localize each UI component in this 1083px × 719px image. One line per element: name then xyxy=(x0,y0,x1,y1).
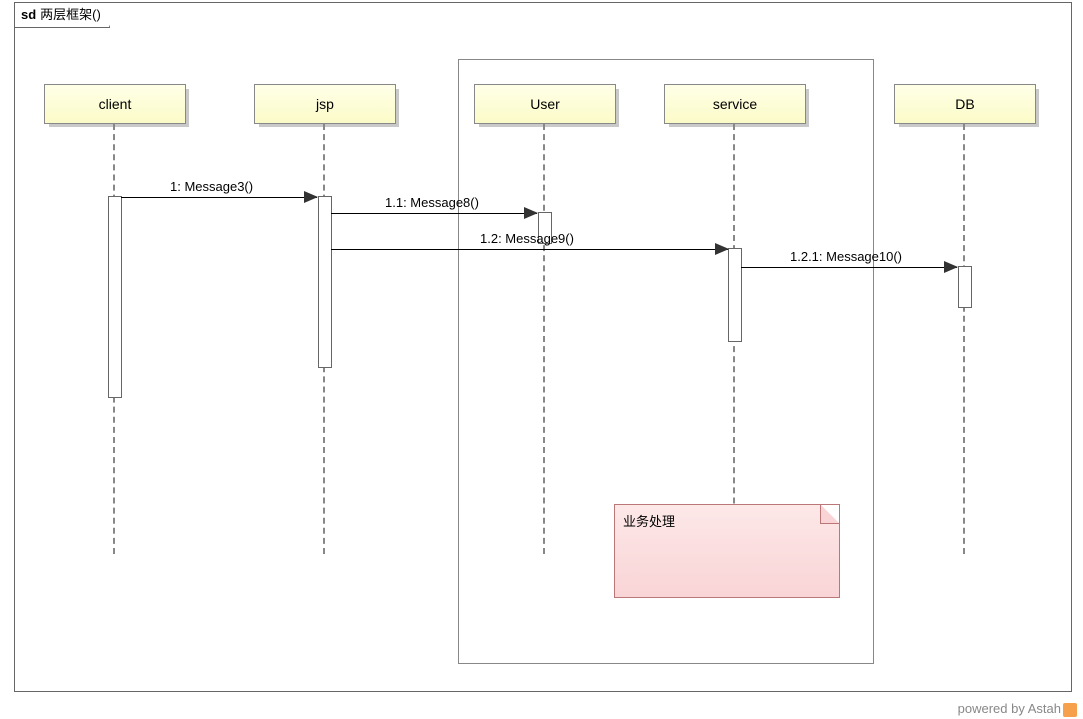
sd-frame-label: sd 两层框架() xyxy=(15,3,110,28)
note-text: 业务处理 xyxy=(623,511,675,530)
message-label: 1.2: Message9() xyxy=(480,231,574,246)
arrow-head-icon xyxy=(944,261,958,273)
activation-db xyxy=(958,266,972,308)
lifeline-db: DB xyxy=(894,84,1036,124)
arrow-head-icon xyxy=(715,243,729,255)
sd-prefix: sd xyxy=(21,7,36,22)
note-fold-icon xyxy=(820,505,839,524)
message-label: 1: Message3() xyxy=(170,179,253,194)
message-line xyxy=(331,213,537,214)
lifeline-label: jsp xyxy=(316,96,334,112)
message-line xyxy=(121,197,317,198)
lifeline-jsp: jsp xyxy=(254,84,396,124)
astah-logo-icon xyxy=(1063,703,1077,717)
message-label: 1.2.1: Message10() xyxy=(790,249,902,264)
footer-text: powered by Astah xyxy=(958,701,1061,716)
message-label: 1.1: Message8() xyxy=(385,195,479,210)
lifeline-label: client xyxy=(99,96,132,112)
lifeline-line xyxy=(963,124,965,554)
activation-jsp xyxy=(318,196,332,368)
message-line xyxy=(331,249,728,250)
lifeline-label: DB xyxy=(955,96,974,112)
sequence-diagram: sd两层框架() client jsp User service DB 1: M… xyxy=(0,0,1083,719)
sd-name: 两层框架() xyxy=(40,7,101,22)
arrow-head-icon xyxy=(304,191,318,203)
note: 业务处理 xyxy=(614,504,840,598)
lifeline-client: client xyxy=(44,84,186,124)
activation-client xyxy=(108,196,122,398)
activation-service xyxy=(728,248,742,342)
message-line xyxy=(741,267,957,268)
footer: powered by Astah xyxy=(958,701,1077,717)
arrow-head-icon xyxy=(524,207,538,219)
